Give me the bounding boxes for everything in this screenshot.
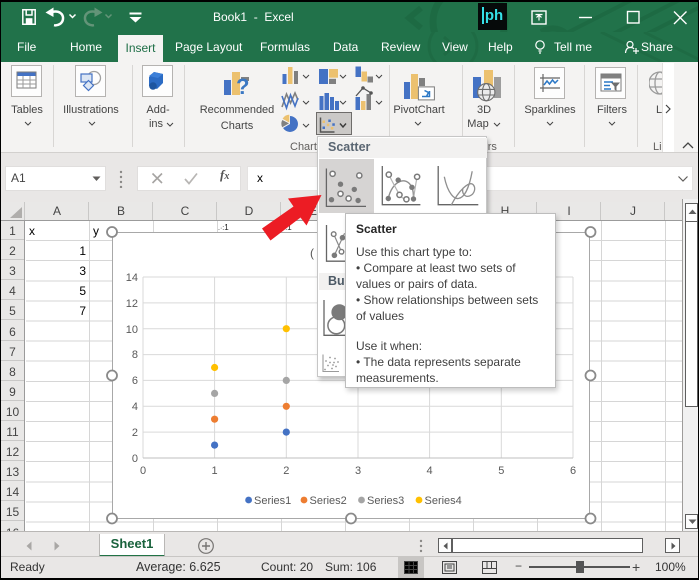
svg-text:?: ? bbox=[236, 74, 249, 99]
